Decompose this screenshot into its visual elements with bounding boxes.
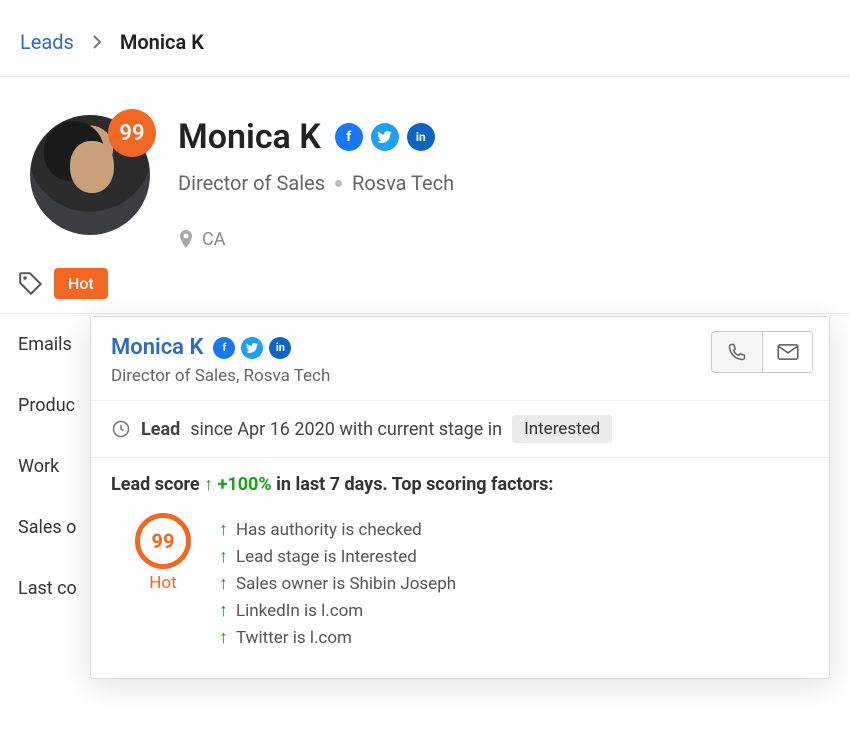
status-since: since Apr 16 2020 with current stage in: [190, 419, 502, 440]
arrow-up-icon: ↑: [219, 573, 228, 594]
twitter-icon[interactable]: [371, 123, 399, 151]
breadcrumb: Leads Monica K: [0, 0, 850, 77]
lead-score-badge: 99: [108, 109, 156, 157]
chevron-right-icon: [92, 34, 102, 50]
arrow-up-icon: ↑: [219, 627, 228, 648]
stage-chip[interactable]: Interested: [512, 415, 612, 443]
location-pin-icon: [178, 230, 194, 250]
factor-text: Lead stage is Interested: [236, 547, 417, 567]
popup-subtitle: Director of Sales, Rosva Tech: [111, 366, 809, 386]
popup-lead-name[interactable]: Monica K: [111, 335, 203, 360]
linkedin-icon[interactable]: in: [407, 123, 435, 151]
lead-name: Monica K: [178, 117, 321, 157]
score-ring-wrap: 99 Hot: [111, 513, 191, 593]
arrow-up-icon: ↑: [219, 546, 228, 567]
hot-tag[interactable]: Hot: [54, 268, 108, 299]
facebook-icon[interactable]: f: [213, 337, 235, 359]
call-button[interactable]: [712, 332, 762, 372]
factor-text: LinkedIn is l.com: [236, 601, 363, 621]
arrow-up-icon: ↑: [219, 519, 228, 540]
breadcrumb-root[interactable]: Leads: [20, 30, 74, 54]
avatar-wrap: 99: [30, 115, 150, 235]
dot-separator: [335, 180, 342, 187]
score-summary: Lead score ↑ +100% in last 7 days. Top s…: [111, 474, 809, 495]
score-delta: +100%: [218, 474, 272, 495]
arrow-up-icon: ↑: [219, 600, 228, 621]
factor-row: ↑ LinkedIn is l.com: [219, 600, 456, 621]
score-delta-suffix: in last 7 days. Top scoring factors:: [276, 474, 553, 495]
score-ring: 99: [135, 513, 191, 569]
score-ring-label: Hot: [135, 573, 191, 593]
social-links: f in: [335, 123, 435, 151]
factor-text: Sales owner is Shibin Joseph: [236, 574, 456, 594]
email-button[interactable]: [762, 332, 812, 372]
popup-status-row: Lead since Apr 16 2020 with current stag…: [91, 400, 829, 458]
factor-row: ↑ Has authority is checked: [219, 519, 456, 540]
popup-actions: [711, 331, 813, 373]
linkedin-icon[interactable]: in: [269, 337, 291, 359]
profile-header: 99 Monica K f in Director of Sales Rosva…: [0, 77, 850, 260]
factor-text: Has authority is checked: [236, 520, 422, 540]
score-label: Lead score: [111, 474, 200, 495]
clock-icon: [111, 419, 131, 439]
lead-title: Director of Sales: [178, 171, 325, 195]
factor-row: ↑ Sales owner is Shibin Joseph: [219, 573, 456, 594]
lead-company: Rosva Tech: [352, 171, 454, 195]
facebook-icon[interactable]: f: [335, 123, 363, 151]
popup-header: Monica K f in Director of Sales, Rosva T…: [91, 317, 829, 400]
twitter-icon[interactable]: [241, 337, 263, 359]
tag-icon[interactable]: [18, 271, 44, 297]
factor-text: Twitter is l.com: [236, 628, 352, 648]
popup-social-links: f in: [213, 337, 291, 359]
breadcrumb-current: Monica K: [120, 30, 204, 54]
lead-location: CA: [202, 229, 225, 250]
lead-popup: Monica K f in Director of Sales, Rosva T…: [90, 316, 830, 679]
scoring-factors: ↑ Has authority is checked ↑ Lead stage is…: [219, 513, 456, 654]
popup-score-section: Lead score ↑ +100% in last 7 days. Top s…: [91, 458, 829, 678]
factor-row: ↑ Lead stage is Interested: [219, 546, 456, 567]
status-lead-label: Lead: [141, 419, 180, 440]
profile-info: Monica K f in Director of Sales Rosva Te…: [178, 115, 830, 250]
trend-up-icon: ↑: [204, 474, 217, 495]
factor-row: ↑ Twitter is l.com: [219, 627, 456, 648]
tag-row: Hot: [0, 260, 850, 314]
